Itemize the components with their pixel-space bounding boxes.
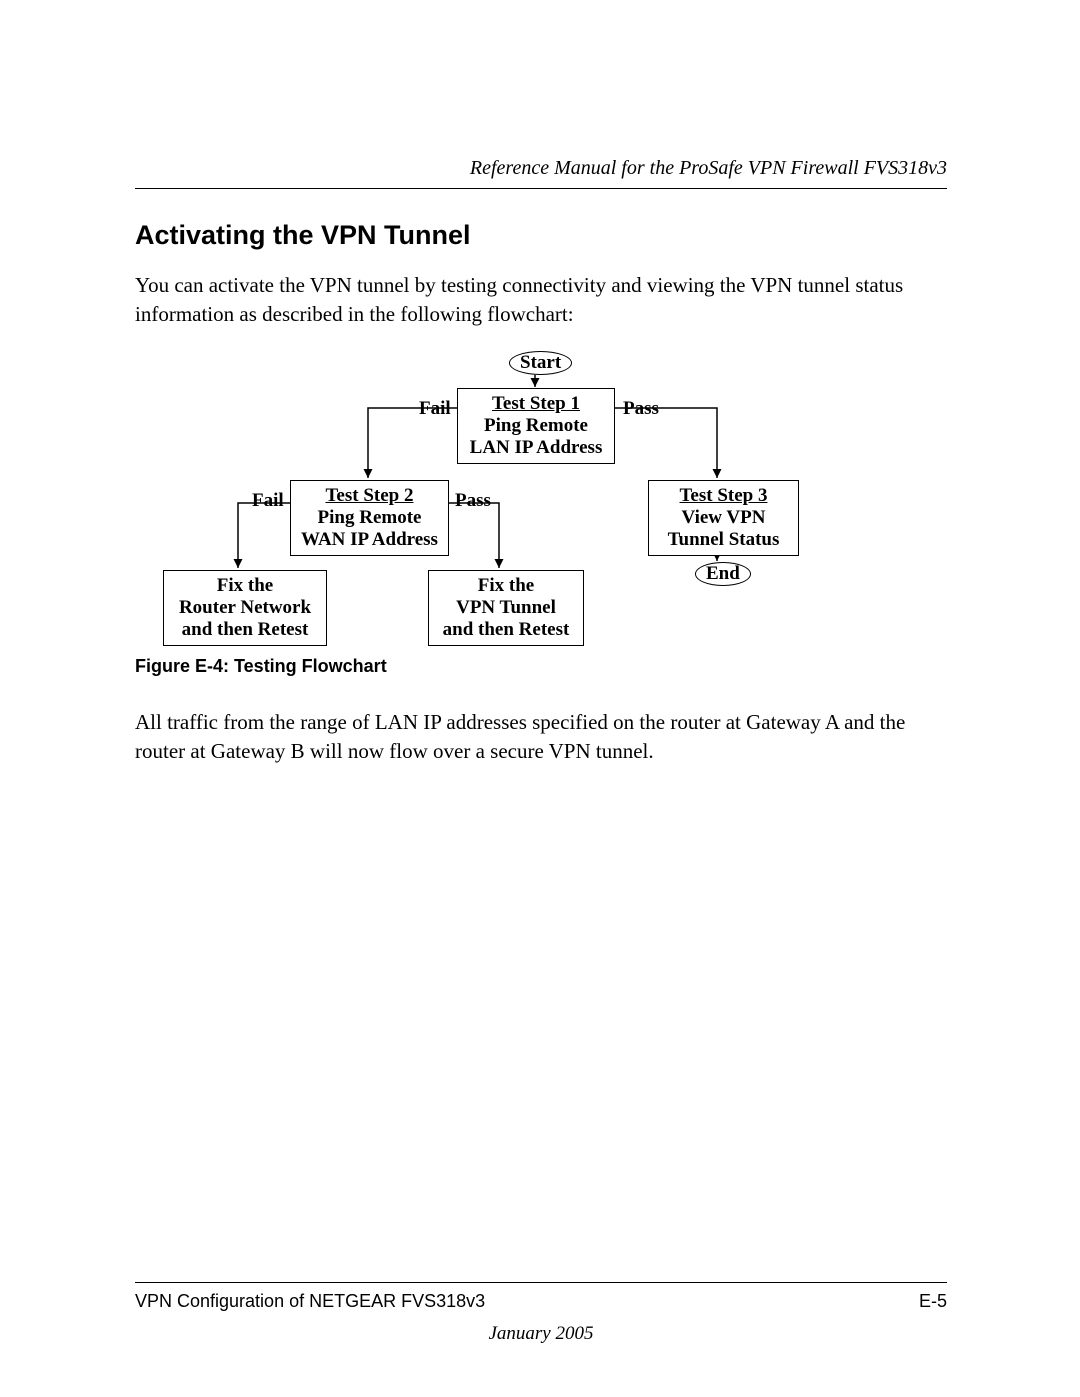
- footer-page-number: E-5: [919, 1289, 947, 1313]
- flow-step2-title: Test Step 2: [326, 485, 414, 506]
- flow-step3-l3: Tunnel Status: [668, 529, 780, 550]
- intro-paragraph: You can activate the VPN tunnel by testi…: [135, 271, 947, 328]
- edge-step2-fail: Fail: [252, 488, 284, 514]
- flow-step3: Test Step 3 View VPN Tunnel Status: [648, 480, 799, 556]
- edge-step1-fail: Fail: [419, 396, 451, 422]
- flow-step3-l2: View VPN: [682, 507, 766, 528]
- edge-step2-pass: Pass: [455, 488, 491, 514]
- flow-end: End: [695, 562, 751, 586]
- flow-step2: Test Step 2 Ping Remote WAN IP Address: [290, 480, 449, 556]
- flow-step2-l2: Ping Remote: [318, 507, 422, 528]
- flow-step1-l3: LAN IP Address: [470, 437, 603, 458]
- flow-fix-router-l1: Fix the: [217, 575, 273, 596]
- page-footer: VPN Configuration of NETGEAR FVS318v3 E-…: [135, 1282, 947, 1347]
- header-rule: [135, 188, 947, 189]
- flow-fix-vpn-l2: VPN Tunnel: [456, 597, 556, 618]
- footer-date: January 2005: [135, 1321, 947, 1347]
- flow-step2-l3: WAN IP Address: [301, 529, 438, 550]
- flowchart-figure: Start Test Step 1 Ping Remote LAN IP Add…: [135, 348, 947, 638]
- after-paragraph: All traffic from the range of LAN IP add…: [135, 708, 947, 765]
- figure-caption: Figure E-4: Testing Flowchart: [135, 654, 947, 678]
- running-header: Reference Manual for the ProSafe VPN Fir…: [135, 155, 947, 182]
- flow-step3-title: Test Step 3: [680, 485, 768, 506]
- flow-step1-l2: Ping Remote: [484, 415, 588, 436]
- flow-step1-title: Test Step 1: [492, 393, 580, 414]
- flow-fix-vpn-l1: Fix the: [478, 575, 534, 596]
- flow-fix-vpn: Fix the VPN Tunnel and then Retest: [428, 570, 584, 646]
- section-heading: Activating the VPN Tunnel: [135, 217, 947, 253]
- footer-left: VPN Configuration of NETGEAR FVS318v3: [135, 1289, 485, 1313]
- footer-rule: [135, 1282, 947, 1283]
- flow-fix-router-l2: Router Network: [179, 597, 311, 618]
- flow-fix-vpn-l3: and then Retest: [443, 619, 570, 640]
- flow-step1: Test Step 1 Ping Remote LAN IP Address: [457, 388, 615, 464]
- flow-start: Start: [509, 351, 572, 375]
- flow-fix-router-l3: and then Retest: [182, 619, 309, 640]
- flow-fix-router: Fix the Router Network and then Retest: [163, 570, 327, 646]
- edge-step1-pass: Pass: [623, 396, 659, 422]
